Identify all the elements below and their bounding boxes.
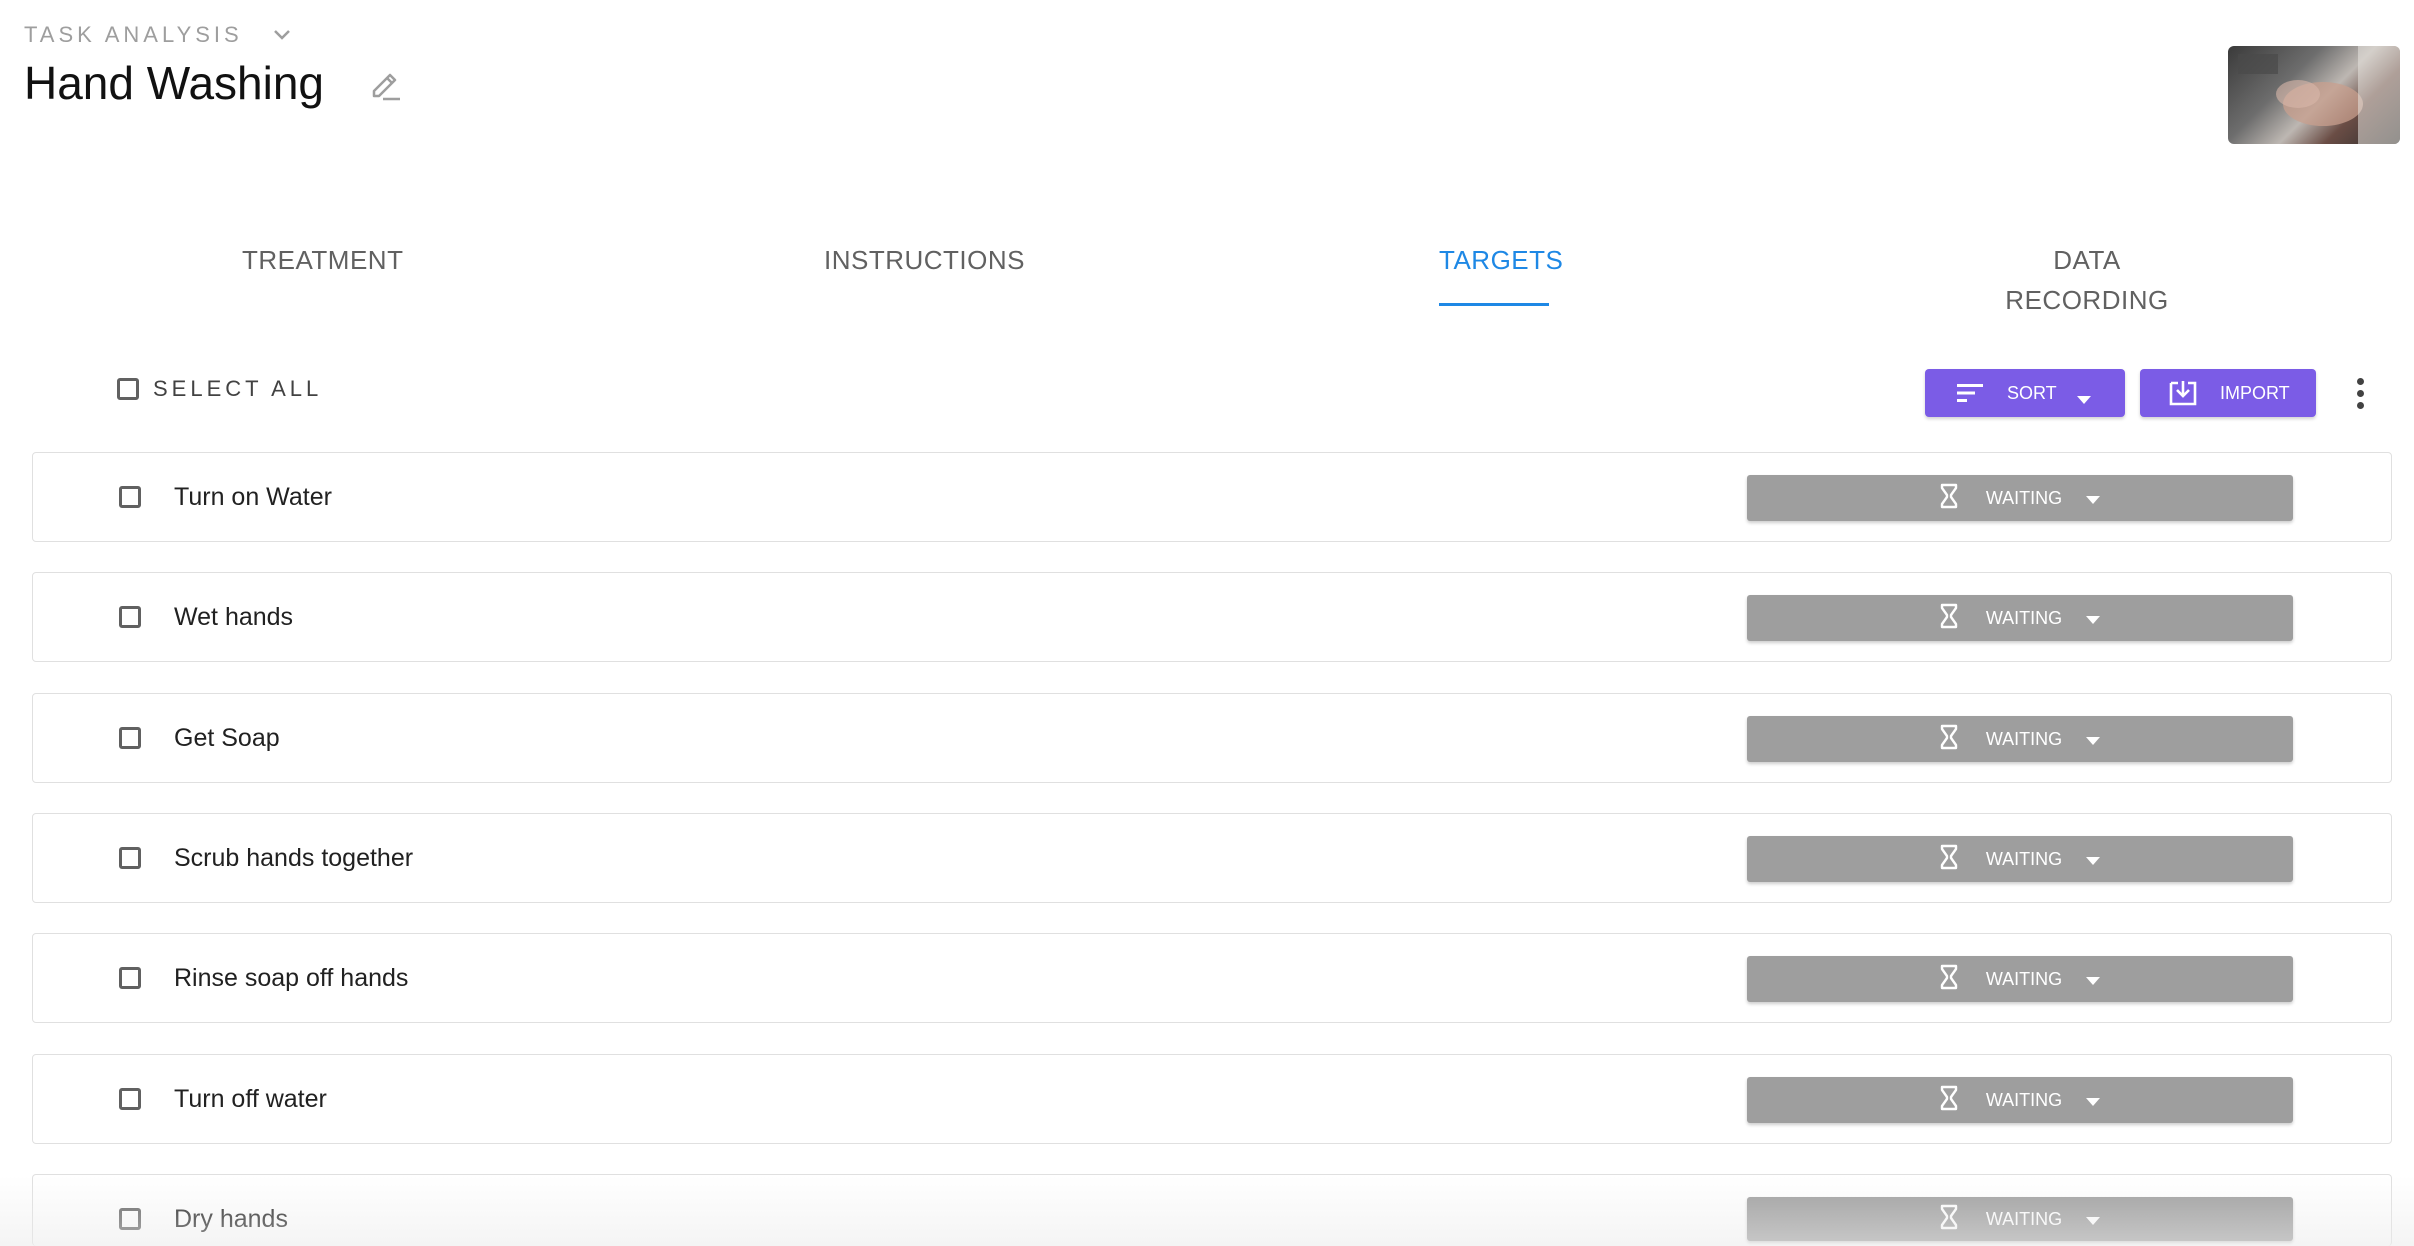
hourglass-icon [1940, 1204, 1958, 1235]
target-label: Rinse soap off hands [174, 964, 409, 992]
status-label: Waiting [1985, 728, 2063, 749]
caret-down-icon [2086, 1209, 2101, 1230]
hourglass-icon [1940, 844, 1958, 875]
target-checkbox[interactable] [119, 606, 141, 628]
target-label: Wet hands [174, 603, 294, 631]
caret-down-icon [2086, 849, 2101, 870]
target-row: Turn on Water Waiting [32, 452, 2392, 542]
status-dropdown[interactable]: Waiting [1747, 1077, 2293, 1123]
hourglass-icon [1940, 483, 1958, 514]
select-all-label: Select all [153, 376, 323, 401]
page-header: Task Analysis Hand Washing [24, 22, 406, 106]
target-label: Turn on Water [174, 483, 332, 511]
status-label: Waiting [1985, 607, 2063, 628]
target-row: Rinse soap off hands Waiting [32, 933, 2392, 1023]
pencil-icon[interactable] [366, 66, 406, 106]
select-all[interactable]: Select all [117, 376, 322, 402]
chevron-down-icon[interactable] [271, 24, 293, 46]
select-all-checkbox[interactable] [117, 378, 139, 400]
hourglass-icon [1940, 603, 1958, 634]
tab-targets[interactable]: Targets [1439, 240, 1563, 306]
import-icon [2168, 379, 2198, 412]
status-dropdown[interactable]: Waiting [1747, 836, 2293, 882]
import-label: Import [2220, 383, 2290, 403]
status-dropdown[interactable]: Waiting [1747, 716, 2293, 762]
target-checkbox[interactable] [119, 1208, 141, 1230]
target-label: Get Soap [174, 724, 280, 752]
caret-down-icon [2086, 1090, 2101, 1111]
page-title: Hand Washing [24, 57, 325, 109]
status-label: Waiting [1985, 1208, 2063, 1229]
status-label: Waiting [1985, 487, 2063, 508]
tab-instructions[interactable]: Instructions [824, 240, 1025, 306]
target-label: Scrub hands together [174, 844, 414, 872]
target-label: Dry hands [174, 1205, 288, 1233]
target-checkbox[interactable] [119, 727, 141, 749]
target-checkbox[interactable] [119, 967, 141, 989]
tab-bar: Treatment Instructions Targets Data Reco… [0, 240, 2414, 315]
sort-label: Sort [2007, 383, 2057, 403]
sort-button[interactable]: Sort [1925, 369, 2125, 417]
status-label: Waiting [1985, 848, 2063, 869]
target-row: Get Soap Waiting [32, 693, 2392, 783]
tab-treatment[interactable]: Treatment [242, 240, 403, 306]
status-dropdown[interactable]: Waiting [1747, 475, 2293, 521]
caret-down-icon [2086, 608, 2101, 629]
target-checkbox[interactable] [119, 486, 141, 508]
status-label: Waiting [1985, 968, 2063, 989]
status-dropdown[interactable]: Waiting [1747, 956, 2293, 1002]
section-label: Task Analysis [24, 22, 243, 47]
target-row: Wet hands Waiting [32, 572, 2392, 662]
status-dropdown[interactable]: Waiting [1747, 1197, 2293, 1241]
caret-down-icon [2077, 388, 2091, 409]
target-label: Turn off water [174, 1085, 327, 1113]
task-thumbnail-image[interactable] [2228, 46, 2400, 144]
caret-down-icon [2086, 729, 2101, 750]
sort-lines-icon [1957, 383, 1983, 408]
status-dropdown[interactable]: Waiting [1747, 595, 2293, 641]
caret-down-icon [2086, 488, 2101, 509]
tab-data-recording[interactable]: Data Recording [1982, 240, 2192, 315]
import-button[interactable]: Import [2140, 369, 2316, 417]
target-row: Scrub hands together Waiting [32, 813, 2392, 903]
hourglass-icon [1940, 724, 1958, 755]
targets-toolbar: Select all Sort Import [0, 368, 2414, 418]
section-selector[interactable]: Task Analysis [24, 22, 406, 48]
target-row: Dry hands Waiting [32, 1174, 2392, 1246]
target-checkbox[interactable] [119, 847, 141, 869]
hourglass-icon [1940, 964, 1958, 995]
target-row: Turn off water Waiting [32, 1054, 2392, 1144]
more-vertical-icon[interactable] [2348, 372, 2372, 414]
target-checkbox[interactable] [119, 1088, 141, 1110]
hourglass-icon [1940, 1085, 1958, 1116]
status-label: Waiting [1985, 1089, 2063, 1110]
caret-down-icon [2086, 969, 2101, 990]
